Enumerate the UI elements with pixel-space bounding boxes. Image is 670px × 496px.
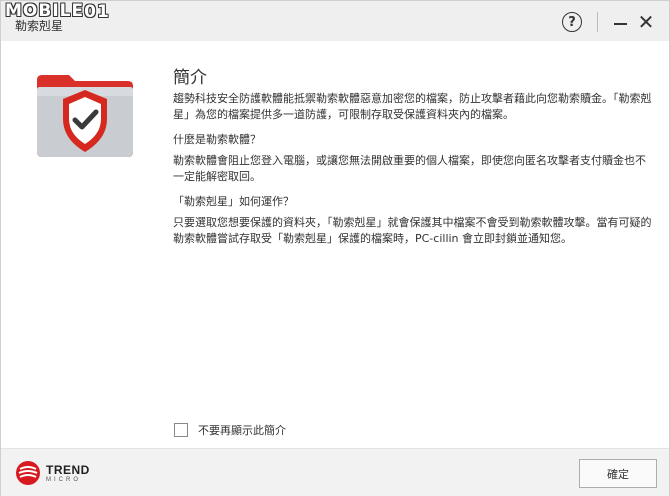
ok-button[interactable]: 確定 <box>579 459 657 488</box>
answer-how-it-works: 只要選取您想要保護的資料夾，「勒索剋星」就會保護其中檔案不會受到勒索軟體攻擊。當… <box>173 216 652 245</box>
ransomware-shield-dialog: MOBILE01 勒索剋星 ? ✕ 簡介 趨勢科技安全防護軟體能抵禦勒索軟體惡意… <box>0 0 670 496</box>
close-icon: ✕ <box>637 10 655 34</box>
question-how-it-works: 「勒索剋星」如何運作？ <box>173 195 294 208</box>
logo-trend-text: TREND <box>46 462 90 477</box>
dont-show-again-checkbox[interactable] <box>174 423 188 437</box>
help-button[interactable]: ? <box>562 12 582 32</box>
minimize-button[interactable] <box>609 11 631 33</box>
trend-micro-logo: TREND MICRO <box>15 460 90 486</box>
dont-show-again-label: 不要再顯示此簡介 <box>198 424 286 437</box>
intro-body: 趨勢科技安全防護軟體能抵禦勒索軟體惡意加密您的檔案，防止攻擊者藉此向您勒索贖金。… <box>173 92 652 121</box>
dont-show-again-option[interactable]: 不要再顯示此簡介 <box>174 422 286 438</box>
help-icon: ? <box>568 14 576 30</box>
footer: TREND MICRO 確定 <box>1 448 669 496</box>
answer-what-is-ransomware: 勒索軟體會阻止您登入電腦，或讓您無法開啟重要的個人檔案，即使您向匿名攻擊者支付贖… <box>173 154 646 183</box>
question-what-is-ransomware: 什麼是勒索軟體？ <box>173 133 261 146</box>
window-title: 勒索剋星 <box>15 19 64 33</box>
folder-shield-icon <box>35 72 135 160</box>
trend-micro-logo-icon <box>16 461 40 485</box>
title-bar: MOBILE01 勒索剋星 ? ✕ <box>1 1 669 41</box>
intro-heading: 簡介 <box>173 68 207 88</box>
minimize-icon <box>613 23 627 25</box>
watermark-suffix: 01 <box>84 2 110 22</box>
close-button[interactable]: ✕ <box>635 11 657 33</box>
intro-content: 簡介 趨勢科技安全防護軟體能抵禦勒索軟體惡意加密您的檔案，防止攻擊者藉此向您勒索… <box>173 63 653 247</box>
titlebar-divider <box>597 12 598 32</box>
logo-micro-text: MICRO <box>46 476 81 483</box>
